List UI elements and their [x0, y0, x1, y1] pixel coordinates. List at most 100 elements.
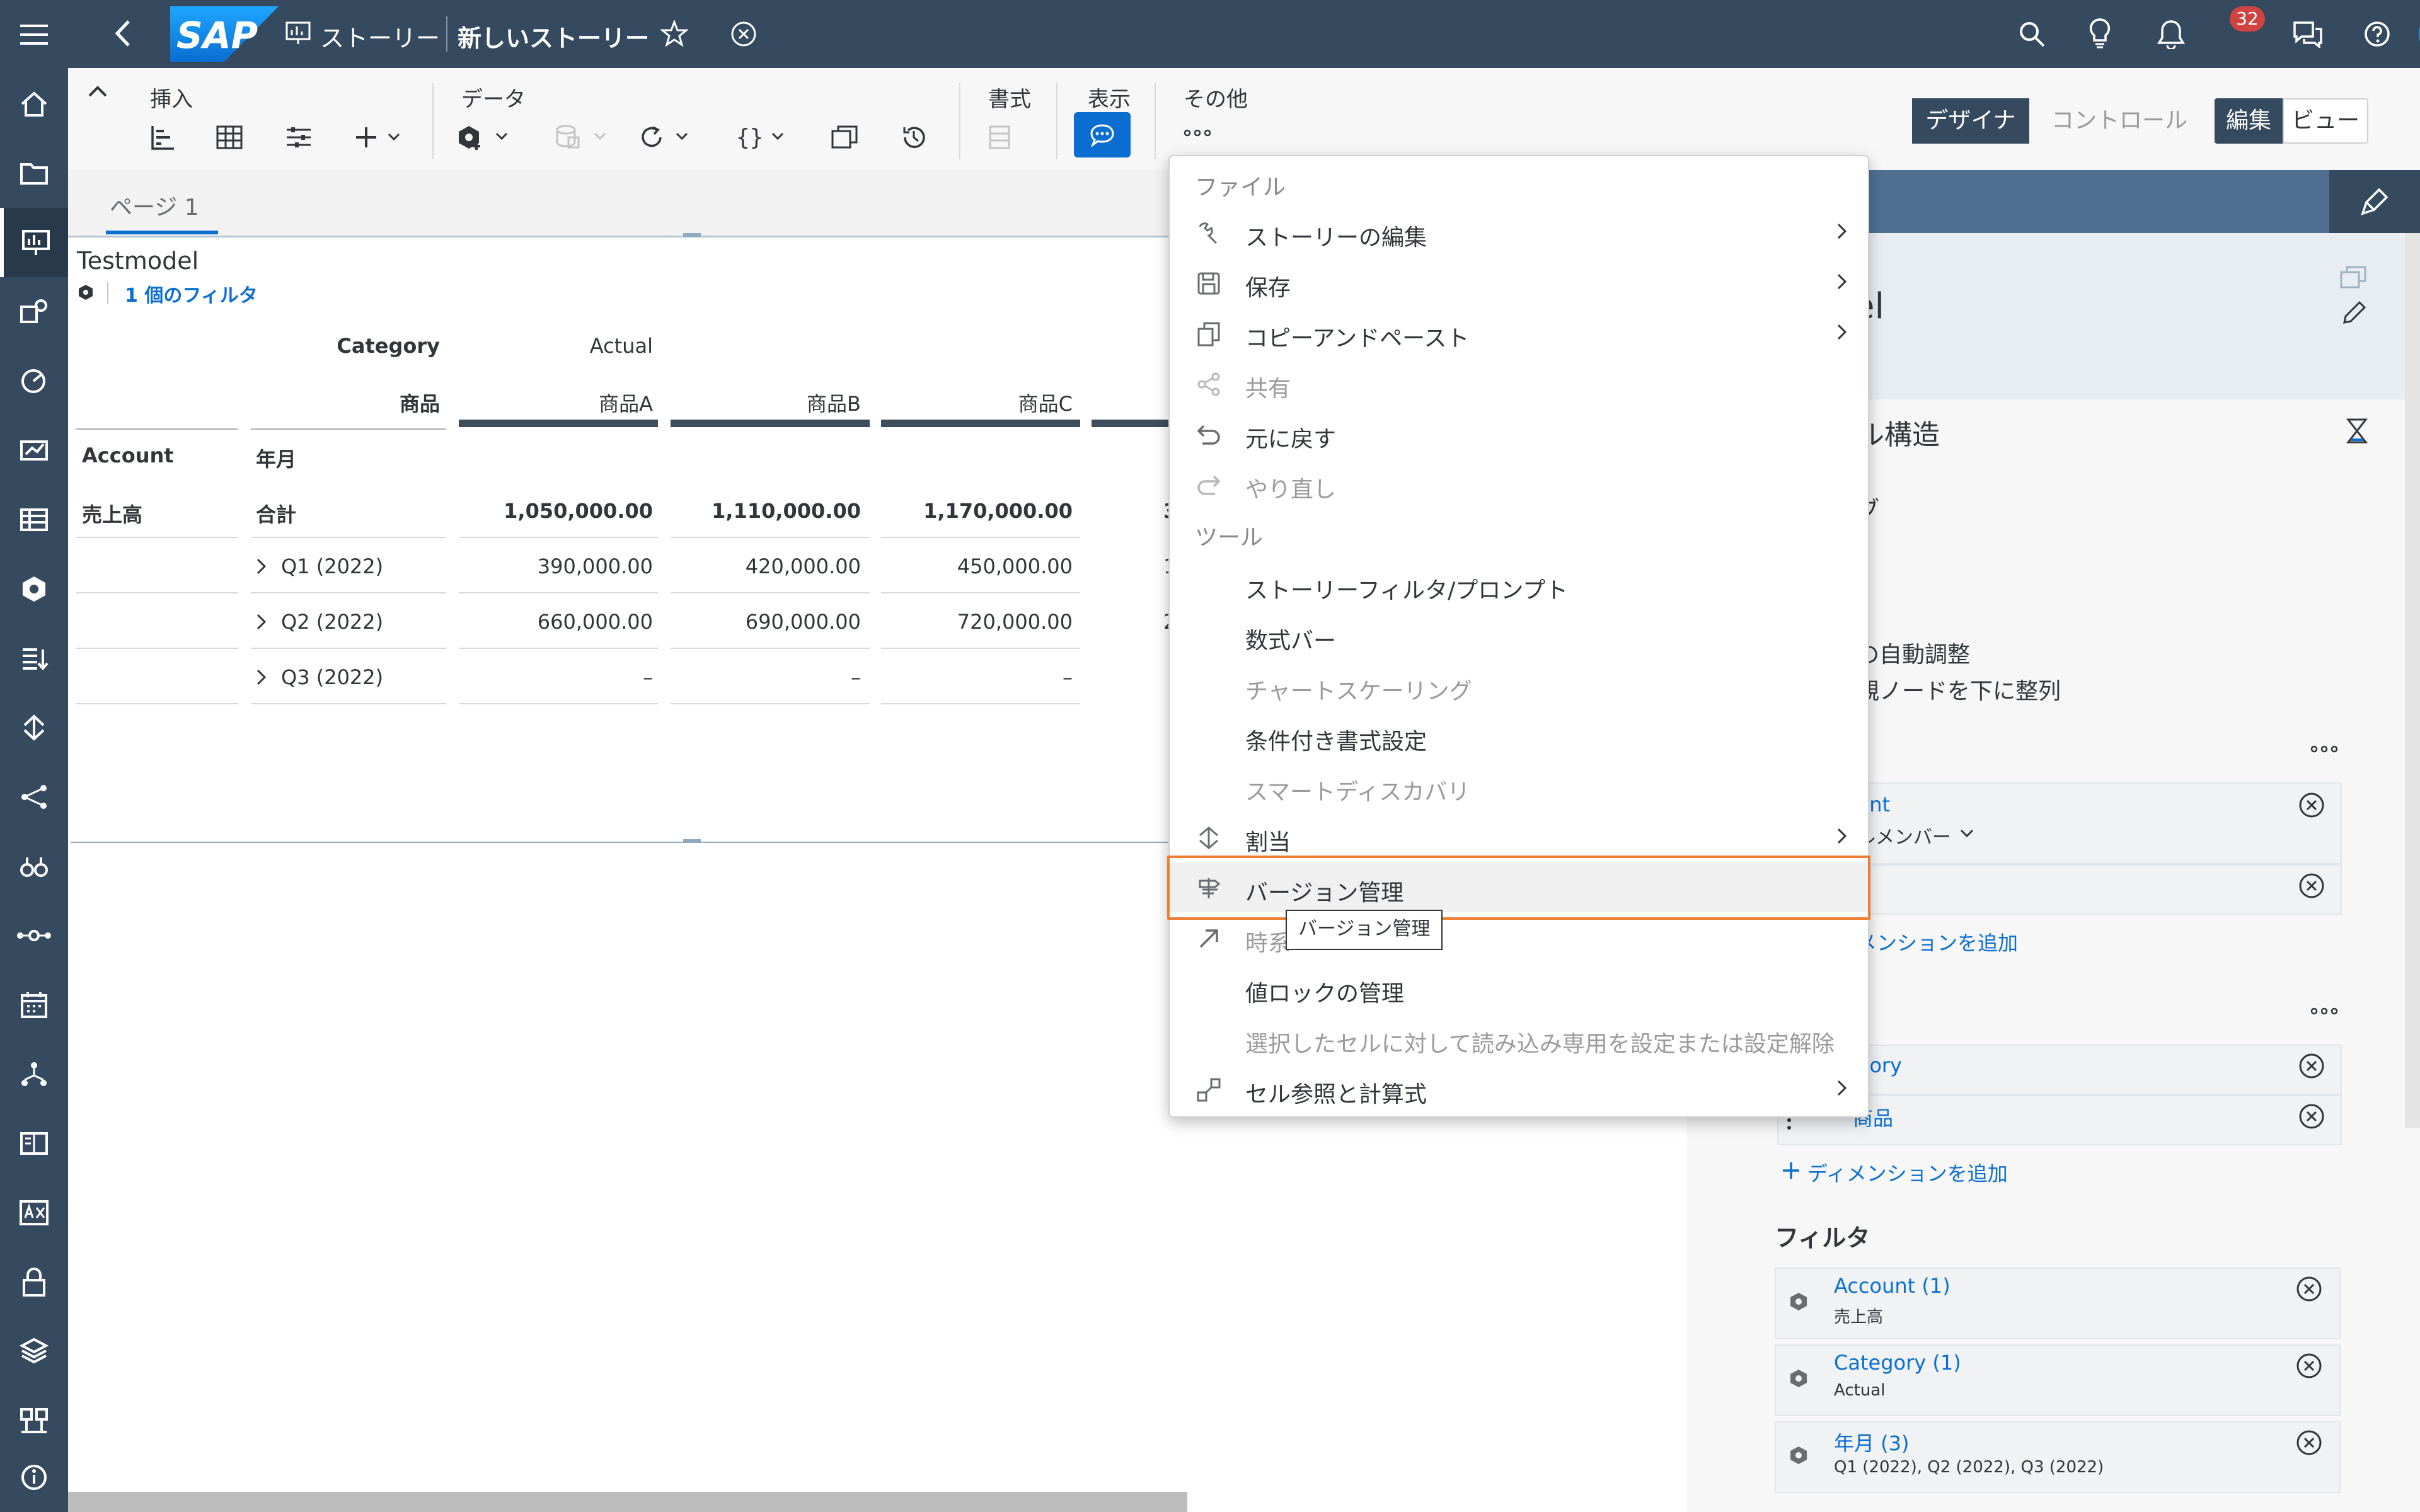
row-label-sales[interactable]: 売上高 — [82, 499, 142, 528]
row-label-q3[interactable]: Q3 (2022) — [281, 665, 383, 689]
table-cell[interactable]: 390,000.00 — [460, 554, 653, 578]
workflow-icon[interactable] — [0, 901, 68, 970]
filter-yearmonth-name[interactable]: 年月 (3) — [1834, 1428, 1910, 1457]
comment-toggle-icon[interactable] — [1074, 112, 1131, 158]
menu-item-smart-discovery[interactable]: スマートディスカバリ — [1170, 762, 1868, 811]
edit-mode-button[interactable]: 編集 — [2215, 98, 2283, 144]
sap-logo[interactable]: SAP — [170, 6, 279, 62]
search-icon[interactable] — [2018, 20, 2046, 48]
chevron-down-icon[interactable] — [1959, 828, 1975, 839]
script-braces-icon[interactable]: {} — [735, 118, 798, 156]
back-icon[interactable] — [113, 19, 132, 48]
collapse-toolbar-icon[interactable] — [87, 84, 108, 98]
allocation-icon[interactable] — [0, 693, 68, 762]
home-icon[interactable] — [0, 69, 68, 139]
table-cell[interactable]: 1,170,000.00 — [881, 499, 1073, 523]
menu-item-conditional-format[interactable]: 条件付き書式設定 — [1170, 712, 1868, 761]
menu-item-redo[interactable]: やり直し — [1170, 460, 1868, 509]
breadcrumb-story[interactable]: ストーリー — [320, 19, 440, 54]
copy-widget-icon[interactable] — [826, 118, 863, 156]
notifications-bell-icon[interactable] — [2157, 19, 2186, 49]
remove-filter-icon[interactable] — [2295, 1275, 2323, 1303]
auto-adjust-option[interactable]: の自動調整 — [1857, 636, 1970, 669]
menu-item-story-filter[interactable]: ストーリーフィルタ/プロンプト — [1170, 561, 1868, 610]
datasets-icon[interactable] — [0, 485, 68, 554]
analytic-app-icon[interactable] — [0, 277, 68, 346]
menu-icon[interactable] — [0, 0, 68, 69]
more-overflow-icon[interactable] — [1184, 129, 1211, 137]
table-cell[interactable]: 660,000.00 — [460, 610, 653, 634]
menu-item-share[interactable]: 共有 — [1170, 359, 1868, 408]
filter-link[interactable]: 1 個のフィルタ — [125, 280, 258, 307]
designer-brush-icon[interactable] — [2329, 170, 2420, 233]
remove-dimension-icon[interactable] — [2298, 791, 2325, 819]
menu-item-undo[interactable]: 元に戻す — [1170, 410, 1868, 459]
remove-dimension-icon[interactable] — [2298, 1102, 2325, 1130]
table-cell[interactable]: 690,000.00 — [671, 610, 861, 634]
table-cell[interactable]: 1,050,000.00 — [460, 499, 653, 523]
sort-hourglass-icon[interactable] — [2344, 417, 2370, 445]
menu-item-edit-story[interactable]: ストーリーの編集 — [1170, 208, 1868, 257]
rows-more-icon[interactable] — [2310, 745, 2338, 753]
lightbulb-icon[interactable] — [2089, 18, 2111, 49]
help-icon[interactable] — [2363, 20, 2391, 48]
feedback-chat-icon[interactable] — [2293, 20, 2323, 48]
filter-account-name[interactable]: Account (1) — [1834, 1274, 1950, 1298]
translation-icon[interactable] — [0, 1178, 68, 1247]
table-icon[interactable] — [210, 118, 248, 156]
table-widget[interactable] — [71, 236, 1168, 843]
history-icon[interactable] — [895, 118, 933, 156]
expand-chevron-icon[interactable] — [255, 557, 268, 576]
table-cell[interactable]: – — [881, 665, 1073, 689]
add-model-icon[interactable] — [455, 118, 518, 156]
menu-item-save[interactable]: 保存 — [1170, 258, 1868, 307]
table-cell[interactable]: 1,110,000.00 — [671, 499, 861, 523]
add-plus-icon[interactable] — [1781, 1160, 1801, 1181]
add-row-dimension-link[interactable]: メンションを追加 — [1857, 927, 2018, 956]
hierarchy-icon[interactable] — [0, 1040, 68, 1109]
menu-item-cell-reference[interactable]: セル参照と計算式 — [1170, 1065, 1868, 1114]
designer-button[interactable]: デザイナ — [1912, 98, 2029, 144]
folder-icon[interactable] — [0, 139, 68, 208]
favorite-star-icon[interactable] — [660, 20, 688, 48]
calendar-icon[interactable] — [0, 970, 68, 1040]
add-column-dimension-link[interactable]: ディメンションを追加 — [1807, 1158, 2008, 1187]
input-control-icon[interactable] — [280, 118, 318, 156]
binoculars-icon[interactable] — [0, 832, 68, 901]
data-import-icon[interactable] — [0, 624, 68, 693]
col-header-product-a[interactable]: 商品A — [460, 388, 653, 417]
tab-page-1[interactable]: ページ 1 — [110, 189, 199, 222]
blend-data-icon[interactable] — [553, 118, 616, 156]
data-analyzer-icon[interactable] — [0, 416, 68, 485]
menu-item-chart-scaling[interactable]: チャートスケーリング — [1170, 662, 1868, 711]
remove-filter-icon[interactable] — [2295, 1352, 2323, 1380]
stories-icon[interactable] — [0, 208, 68, 277]
table-cell[interactable]: – — [460, 665, 653, 689]
close-story-icon[interactable] — [730, 20, 758, 48]
remove-dimension-icon[interactable] — [2298, 1052, 2325, 1080]
menu-item-allocation[interactable]: 割当 — [1170, 813, 1868, 862]
chart-icon[interactable] — [144, 118, 182, 156]
expand-chevron-icon[interactable] — [255, 612, 268, 631]
menu-item-value-lock[interactable]: 値ロックの管理 — [1170, 964, 1868, 1013]
menu-item-readonly-cells[interactable]: 選択したセルに対して読み込み専用を設定または設定解除 — [1170, 1014, 1868, 1063]
remove-filter-icon[interactable] — [2295, 1429, 2323, 1457]
menu-item-formula-bar[interactable]: 数式バー — [1170, 611, 1868, 660]
row-label-total[interactable]: 合計 — [256, 499, 296, 528]
table-cell[interactable]: – — [671, 665, 861, 689]
resize-handle-bottom[interactable] — [683, 839, 701, 843]
table-cell[interactable]: 420,000.00 — [671, 554, 861, 578]
edit-pencil-icon[interactable] — [2342, 300, 2367, 325]
columns-more-icon[interactable] — [2310, 1007, 2338, 1016]
row-dimension-sub[interactable]: ルメンバー — [1857, 822, 1951, 849]
add-widget-icon[interactable] — [350, 118, 413, 156]
table-cell[interactable]: 450,000.00 — [881, 554, 1073, 578]
panel-scrollbar[interactable] — [2405, 233, 2420, 1128]
table-cell[interactable]: 720,000.00 — [881, 610, 1073, 634]
remove-dimension-icon[interactable] — [2298, 872, 2325, 900]
view-mode-button[interactable]: ビュー — [2283, 98, 2368, 144]
col-header-product-c[interactable]: 商品C — [881, 388, 1073, 417]
parent-node-option[interactable]: 親ノードを下に整列 — [1857, 673, 2061, 706]
row-label-q1[interactable]: Q1 (2022) — [281, 554, 383, 578]
security-icon[interactable] — [0, 1247, 68, 1317]
